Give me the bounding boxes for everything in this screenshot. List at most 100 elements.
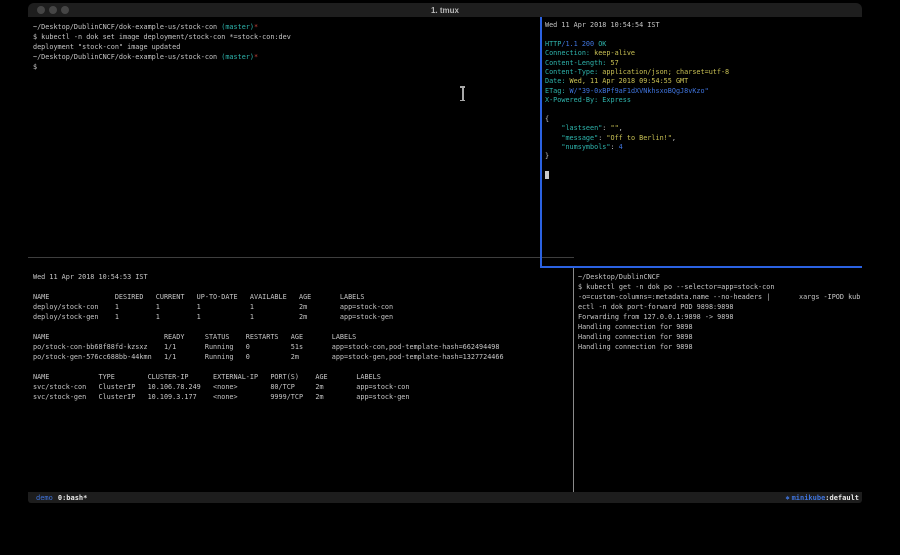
- terminal-text: NAME DESIRED CURRENT UP-TO-DATE AVAILABL…: [33, 293, 364, 301]
- pane-http-response[interactable]: Wed 11 Apr 2018 10:54:54 IST HTTP/1.1 200…: [542, 17, 862, 270]
- terminal-text: [545, 171, 549, 179]
- terminal-text: "": [610, 124, 618, 132]
- terminal-text: Wed 11 Apr 2018 10:54:53 IST: [33, 273, 148, 281]
- close-button[interactable]: [37, 6, 45, 14]
- terminal-text: Handling connection for 9898: [578, 323, 693, 331]
- terminal-line: "numsymbols": 4: [545, 143, 862, 152]
- window-titlebar[interactable]: 1. tmux: [28, 3, 862, 17]
- terminal-text: {: [545, 115, 549, 123]
- terminal-text: ,: [672, 134, 676, 142]
- terminal-line: po/stock-con-bb68f88fd-kzsxz 1/1 Running…: [33, 342, 578, 352]
- terminal-window: 1. tmux ~/Desktop/DublinCNCF/dok-example…: [28, 3, 862, 503]
- tmux-status-right: ⎈ minikube :default: [785, 494, 859, 502]
- terminal-text: deploy/stock-gen 1 1 1 1 2m app=stock-ge…: [33, 313, 393, 321]
- pane-shell-top-left[interactable]: ~/Desktop/DublinCNCF/dok-example-us/stoc…: [28, 17, 545, 262]
- terminal-line: NAME TYPE CLUSTER-IP EXTERNAL-IP PORT(S)…: [33, 372, 578, 382]
- terminal-line: [33, 282, 578, 292]
- terminal-line: deploy/stock-gen 1 1 1 1 2m app=stock-ge…: [33, 312, 578, 322]
- terminal-text: Handling connection for 9898: [578, 333, 693, 341]
- minimize-button[interactable]: [49, 6, 57, 14]
- pane-port-forward[interactable]: ~/Desktop/DublinCNCF$ kubectl get -n dok…: [574, 268, 862, 496]
- terminal-line: Connection: keep-alive: [545, 49, 862, 58]
- terminal-line: ~/Desktop/DublinCNCF/dok-example-us/stoc…: [33, 52, 545, 62]
- terminal-text: NAME READY STATUS RESTARTS AGE LABELS: [33, 333, 356, 341]
- terminal-line: svc/stock-con ClusterIP 10.106.78.249 <n…: [33, 382, 578, 392]
- terminal-text: Forwarding from 127.0.0.1:9898 -> 9898: [578, 313, 734, 321]
- terminal-text: application/json; charset=utf-8: [598, 68, 729, 76]
- terminal-text: svc/stock-con ClusterIP 10.106.78.249 <n…: [33, 383, 409, 391]
- window-title: 1. tmux: [431, 6, 459, 15]
- terminal-text: Date:: [545, 77, 565, 85]
- pane-divider-vertical-bottom: [573, 268, 574, 492]
- terminal-text: Express: [598, 96, 631, 104]
- terminal-text: "numsymbols": [545, 143, 610, 151]
- tmux-window-item: 0:bash*: [58, 494, 88, 502]
- terminal-line: [545, 106, 862, 115]
- terminal-text: OK: [594, 40, 606, 48]
- terminal-line: ~/Desktop/DublinCNCF/dok-example-us/stoc…: [33, 22, 545, 32]
- terminal-text: po/stock-gen-576cc688bb-44kmn 1/1 Runnin…: [33, 353, 504, 361]
- terminal-line: $ kubectl -n dok set image deployment/st…: [33, 32, 545, 42]
- terminal-text: NAME TYPE CLUSTER-IP EXTERNAL-IP PORT(S)…: [33, 373, 381, 381]
- kube-namespace: :default: [825, 494, 859, 502]
- tmux-status-bar: demo 0:bash* ⎈ minikube :default: [28, 492, 862, 503]
- terminal-text: $: [33, 63, 37, 71]
- terminal-text: po/stock-con-bb68f88fd-kzsxz 1/1 Running…: [33, 343, 500, 351]
- desktop: 1. tmux ~/Desktop/DublinCNCF/dok-example…: [0, 0, 900, 555]
- pane-divider-horizontal-left: [28, 257, 574, 258]
- pane-divider-horizontal-active: [540, 266, 862, 268]
- terminal-text: *: [254, 53, 258, 61]
- terminal-text: X-Powered-By:: [545, 96, 598, 104]
- terminal-line: NAME DESIRED CURRENT UP-TO-DATE AVAILABL…: [33, 292, 578, 302]
- terminal-line: "lastseen": "",: [545, 124, 862, 133]
- pane-divider-vertical-active: [540, 17, 542, 268]
- terminal-text: "message": [545, 134, 598, 142]
- terminal-line: NAME READY STATUS RESTARTS AGE LABELS: [33, 332, 578, 342]
- tmux-session-name: demo: [36, 494, 53, 502]
- terminal-text: 4: [619, 143, 623, 151]
- pane-kubectl-watch[interactable]: Wed 11 Apr 2018 10:54:53 IST NAME DESIRED…: [28, 258, 578, 503]
- terminal-text: ~/Desktop/DublinCNCF/dok-example-us/stoc…: [33, 53, 221, 61]
- terminal-text: Wed 11 Apr 2018 10:54:54 IST: [545, 21, 660, 29]
- terminal-text: (master): [221, 23, 254, 31]
- mouse-ibeam-cursor: [459, 86, 466, 101]
- terminal-line: $: [33, 62, 545, 72]
- terminal-text: }: [545, 152, 549, 160]
- terminal-line: X-Powered-By: Express: [545, 96, 862, 105]
- terminal-line: Handling connection for 9898: [578, 342, 862, 352]
- kubernetes-helm-icon: ⎈: [785, 494, 789, 502]
- terminal-line: svc/stock-gen ClusterIP 10.109.3.177 <no…: [33, 392, 578, 402]
- terminal-text: "Off to Berlin!": [606, 134, 671, 142]
- zoom-button[interactable]: [61, 6, 69, 14]
- terminal-text: Handling connection for 9898: [578, 343, 693, 351]
- terminal-line: Content-Length: 57: [545, 59, 862, 68]
- terminal-line: Date: Wed, 11 Apr 2018 09:54:55 GMT: [545, 77, 862, 86]
- terminal-line: Handling connection for 9898: [578, 322, 862, 332]
- terminal-line: [545, 162, 862, 171]
- terminal-text: Wed, 11 Apr 2018 09:54:55 GMT: [565, 77, 688, 85]
- terminal-text: svc/stock-gen ClusterIP 10.109.3.177 <no…: [33, 393, 409, 401]
- terminal-text: deploy/stock-con 1 1 1 1 2m app=stock-co…: [33, 303, 393, 311]
- terminal-line: po/stock-gen-576cc688bb-44kmn 1/1 Runnin…: [33, 352, 578, 362]
- terminal-line: [33, 322, 578, 332]
- terminal-line: Wed 11 Apr 2018 10:54:54 IST: [545, 21, 862, 30]
- terminal-line: $ kubectl get -n dok po --selector=app=s…: [578, 282, 862, 292]
- terminal-text: W/"39-0xBPf9aF1dXVNkhsxoBQgJ8vKzo": [565, 87, 708, 95]
- terminal-line: [545, 171, 862, 180]
- terminal-line: {: [545, 115, 862, 124]
- terminal-line: Wed 11 Apr 2018 10:54:53 IST: [33, 272, 578, 282]
- terminal-text: keep-alive: [590, 49, 635, 57]
- terminal-line: ETag: W/"39-0xBPf9aF1dXVNkhsxoBQgJ8vKzo": [545, 87, 862, 96]
- terminal-line: -o=custom-columns=:metadata.name --no-he…: [578, 292, 862, 302]
- terminal-line: deploy/stock-con 1 1 1 1 2m app=stock-co…: [33, 302, 578, 312]
- terminal-text: $ kubectl -n dok set image deployment/st…: [33, 33, 291, 41]
- terminal-text: Connection:: [545, 49, 590, 57]
- terminal-line: [545, 30, 862, 39]
- terminal-line: deployment "stock-con" image updated: [33, 42, 545, 52]
- terminal-text: $ kubectl get -n dok po --selector=app=s…: [578, 283, 774, 291]
- terminal-text: HTTP: [545, 40, 561, 48]
- terminal-text: 57: [606, 59, 618, 67]
- terminal-line: Handling connection for 9898: [578, 332, 862, 342]
- terminal-text: Content-Type:: [545, 68, 598, 76]
- terminal-line: HTTP/1.1 200 OK: [545, 40, 862, 49]
